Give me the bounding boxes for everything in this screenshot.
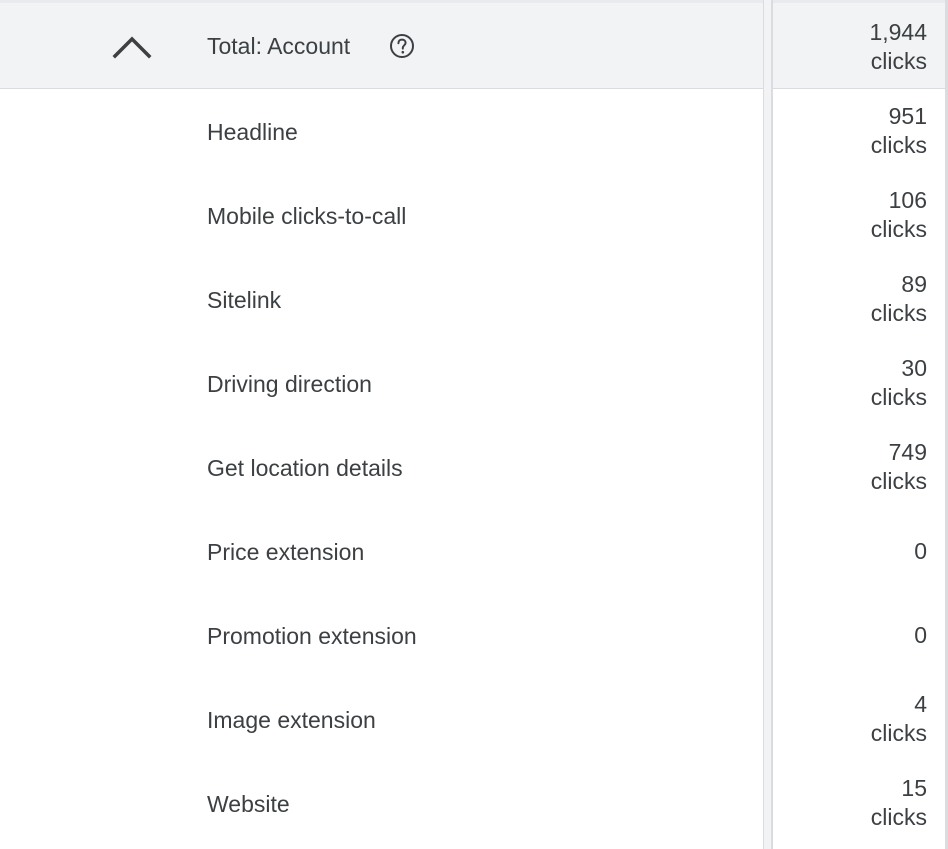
row-unit: clicks — [870, 132, 927, 158]
table-row: Website 15 clicks — [0, 761, 948, 845]
row-count: 15 — [901, 775, 927, 801]
row-count: 89 — [901, 271, 927, 297]
row-label: Mobile clicks-to-call — [207, 203, 407, 229]
row-unit: clicks — [870, 804, 927, 830]
row-unit: clicks — [870, 300, 927, 326]
collapse-button[interactable] — [110, 29, 154, 63]
chevron-up-icon — [112, 36, 152, 59]
row-unit: clicks — [870, 216, 927, 242]
row-unit: clicks — [870, 720, 927, 746]
row-value: 106 clicks — [777, 186, 927, 244]
row-value: 0 — [777, 621, 927, 650]
row-value: 0 — [777, 537, 927, 566]
table-row: Promotion extension 0 — [0, 593, 948, 677]
row-label: Headline — [207, 119, 298, 145]
row-count: 0 — [914, 622, 927, 648]
row-count: 106 — [888, 187, 927, 213]
row-count: 4 — [914, 691, 927, 717]
total-row: Total: Account 1,944 clicks — [0, 3, 948, 89]
row-label: Price extension — [207, 539, 365, 565]
row-value: 89 clicks — [777, 270, 927, 328]
table-row: Driving direction 30 clicks — [0, 341, 948, 425]
row-label: Image extension — [207, 707, 376, 733]
row-label: Sitelink — [207, 287, 282, 313]
row-value: 951 clicks — [777, 102, 927, 160]
total-count: 1,944 — [869, 19, 927, 45]
table-row: Price extension 0 — [0, 509, 948, 593]
row-count: 951 — [888, 103, 927, 129]
total-value: 1,944 clicks — [777, 18, 927, 76]
row-label: Promotion extension — [207, 623, 417, 649]
row-value: 30 clicks — [777, 354, 927, 412]
row-value: 4 clicks — [777, 690, 927, 748]
row-unit: clicks — [870, 384, 927, 410]
table-row: Headline 951 clicks — [0, 89, 948, 173]
column-divider[interactable] — [763, 0, 773, 849]
table-row: Sitelink 89 clicks — [0, 257, 948, 341]
row-count: 0 — [914, 538, 927, 564]
table-row: Mobile clicks-to-call 106 clicks — [0, 173, 948, 257]
row-label: Driving direction — [207, 371, 372, 397]
row-unit: clicks — [870, 468, 927, 494]
row-value: 15 clicks — [777, 774, 927, 832]
ad-extension-clicks-table: Total: Account 1,944 clicks Headline 951 c… — [0, 0, 948, 849]
row-label: Website — [207, 791, 290, 817]
row-value: 749 clicks — [777, 438, 927, 496]
table-row: Get location details 749 clicks — [0, 425, 948, 509]
help-circle-icon[interactable] — [389, 33, 415, 59]
row-label: Get location details — [207, 455, 403, 481]
row-count: 30 — [901, 355, 927, 381]
total-label: Total: Account — [207, 33, 351, 59]
table-row: Image extension 4 clicks — [0, 677, 948, 761]
total-unit: clicks — [870, 48, 927, 74]
row-count: 749 — [888, 439, 927, 465]
